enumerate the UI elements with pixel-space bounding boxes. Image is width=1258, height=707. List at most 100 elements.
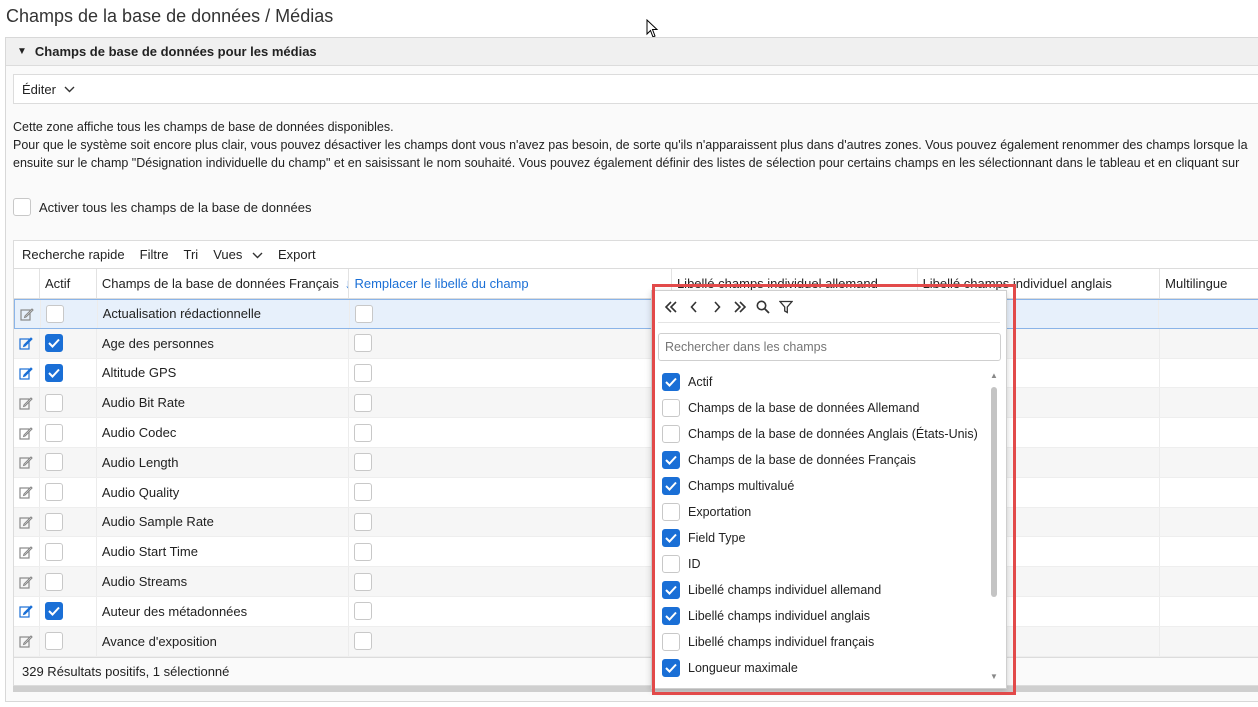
row-replace-cell bbox=[349, 328, 672, 358]
header-french-field[interactable]: Champs de la base de données Français ↓ bbox=[97, 269, 350, 298]
row-active-checkbox[interactable] bbox=[44, 542, 63, 561]
row-active-cell bbox=[40, 447, 97, 477]
row-replace-checkbox[interactable] bbox=[354, 393, 373, 412]
row-active-checkbox[interactable] bbox=[44, 393, 63, 412]
row-replace-checkbox[interactable] bbox=[354, 512, 373, 531]
row-field-name: Altitude GPS bbox=[97, 358, 350, 388]
header-replace-label[interactable]: Remplacer le libellé du champ bbox=[349, 269, 672, 298]
row-replace-checkbox[interactable] bbox=[354, 453, 373, 472]
panel-header-label: Champs de base de données pour les média… bbox=[34, 44, 317, 59]
row-edit-cell bbox=[14, 328, 40, 358]
views-button[interactable]: Vues bbox=[213, 247, 263, 262]
row-field-name: Audio Streams bbox=[97, 567, 350, 596]
row-replace-checkbox[interactable] bbox=[354, 423, 373, 442]
row-active-checkbox[interactable] bbox=[45, 304, 64, 323]
activate-all-label: Activer tous les champs de la base de do… bbox=[39, 199, 312, 215]
row-multilingual[interactable] bbox=[1160, 418, 1258, 447]
activate-all-checkbox[interactable] bbox=[13, 198, 31, 216]
row-multilingual[interactable] bbox=[1160, 567, 1258, 596]
row-multilingual[interactable] bbox=[1160, 448, 1258, 477]
row-replace-checkbox[interactable] bbox=[354, 483, 373, 502]
grid-toolbar: Recherche rapide Filtre Tri Vues Export bbox=[13, 240, 1258, 268]
table-row[interactable]: Avance d'exposition bbox=[14, 626, 1258, 657]
row-active-cell bbox=[41, 300, 98, 328]
edit-icon[interactable] bbox=[18, 484, 34, 500]
row-replace-cell bbox=[349, 596, 672, 626]
row-active-checkbox[interactable] bbox=[44, 363, 63, 382]
row-active-checkbox[interactable] bbox=[44, 572, 63, 591]
row-multilingual[interactable] bbox=[1160, 508, 1258, 537]
row-active-checkbox[interactable] bbox=[44, 602, 63, 621]
row-multilingual[interactable] bbox=[1160, 627, 1258, 656]
row-active-checkbox[interactable] bbox=[44, 453, 63, 472]
row-active-cell bbox=[40, 567, 97, 596]
sort-button[interactable]: Tri bbox=[184, 247, 199, 262]
row-multilingual[interactable] bbox=[1160, 329, 1258, 358]
edit-icon[interactable] bbox=[18, 335, 34, 351]
edit-icon[interactable] bbox=[18, 544, 34, 560]
row-field-name: Audio Bit Rate bbox=[97, 388, 350, 418]
row-active-cell bbox=[40, 388, 97, 418]
header-multilingual[interactable]: Multilingue bbox=[1160, 269, 1258, 298]
row-edit-cell bbox=[14, 388, 40, 418]
table-row[interactable]: Audio Bit Rate bbox=[14, 388, 1258, 419]
table-row[interactable]: Audio Start Time bbox=[14, 537, 1258, 568]
edit-icon[interactable] bbox=[18, 603, 34, 619]
edit-menu-button[interactable]: Éditer bbox=[22, 82, 56, 97]
table-row[interactable]: Audio Codec bbox=[14, 418, 1258, 448]
row-multilingual[interactable] bbox=[1160, 478, 1258, 507]
table-row[interactable]: Auteur des métadonnées bbox=[14, 596, 1258, 627]
edit-icon[interactable] bbox=[18, 514, 34, 530]
row-edit-cell bbox=[14, 447, 40, 477]
chevron-down-icon[interactable] bbox=[64, 82, 75, 96]
row-replace-checkbox[interactable] bbox=[354, 363, 373, 382]
row-field-name: Auteur des métadonnées bbox=[97, 596, 350, 626]
table-row[interactable]: Age des personnes bbox=[14, 328, 1258, 359]
filter-button[interactable]: Filtre bbox=[140, 247, 169, 262]
table-row[interactable]: Audio Quality bbox=[14, 477, 1258, 508]
row-replace-checkbox[interactable] bbox=[354, 304, 373, 323]
collapse-triangle-icon[interactable]: ▼ bbox=[17, 46, 27, 57]
edit-icon[interactable] bbox=[18, 395, 34, 411]
row-replace-checkbox[interactable] bbox=[354, 632, 373, 651]
header-active[interactable]: Actif bbox=[40, 269, 97, 298]
row-replace-cell bbox=[349, 358, 672, 388]
row-active-checkbox[interactable] bbox=[44, 423, 63, 442]
table-row[interactable]: Audio Length bbox=[14, 447, 1258, 478]
row-replace-checkbox[interactable] bbox=[354, 334, 373, 353]
row-replace-cell bbox=[349, 626, 672, 656]
export-button[interactable]: Export bbox=[278, 247, 316, 262]
row-active-checkbox[interactable] bbox=[44, 632, 63, 651]
panel-header[interactable]: ▼ Champs de base de données pour les méd… bbox=[6, 38, 1258, 66]
row-active-checkbox[interactable] bbox=[44, 334, 63, 353]
table-row[interactable]: Audio Streams bbox=[14, 567, 1258, 597]
table-row[interactable]: Audio Sample Rate bbox=[14, 507, 1258, 538]
row-replace-checkbox[interactable] bbox=[354, 542, 373, 561]
row-multilingual[interactable] bbox=[1160, 537, 1258, 566]
row-replace-checkbox[interactable] bbox=[354, 602, 373, 621]
row-field-name: Avance d'exposition bbox=[97, 626, 350, 656]
edit-icon[interactable] bbox=[18, 425, 34, 441]
row-multilingual[interactable] bbox=[1159, 300, 1258, 328]
edit-icon[interactable] bbox=[19, 306, 35, 322]
row-replace-checkbox[interactable] bbox=[354, 572, 373, 591]
table-row[interactable]: Altitude GPS bbox=[14, 358, 1258, 389]
description-line-2: Pour que le système soit encore plus cla… bbox=[13, 138, 1248, 152]
row-active-checkbox[interactable] bbox=[44, 483, 63, 502]
media-fields-panel: ▼ Champs de base de données pour les méd… bbox=[5, 37, 1258, 702]
quick-search-button[interactable]: Recherche rapide bbox=[22, 247, 125, 262]
edit-icon[interactable] bbox=[18, 365, 34, 381]
table-row[interactable]: Actualisation rédactionnelle bbox=[14, 299, 1258, 329]
highlight-frame bbox=[652, 284, 1016, 695]
row-multilingual[interactable] bbox=[1160, 359, 1258, 388]
row-multilingual[interactable] bbox=[1160, 388, 1258, 417]
horizontal-scrollbar[interactable] bbox=[13, 686, 1258, 692]
row-active-checkbox[interactable] bbox=[44, 512, 63, 531]
edit-icon[interactable] bbox=[18, 454, 34, 470]
edit-icon[interactable] bbox=[18, 633, 34, 649]
description-line-1: Cette zone affiche tous les champs de ba… bbox=[13, 120, 394, 134]
edit-icon[interactable] bbox=[18, 574, 34, 590]
row-active-cell bbox=[40, 507, 97, 537]
row-multilingual[interactable] bbox=[1160, 597, 1258, 626]
row-field-name: Age des personnes bbox=[97, 328, 350, 358]
